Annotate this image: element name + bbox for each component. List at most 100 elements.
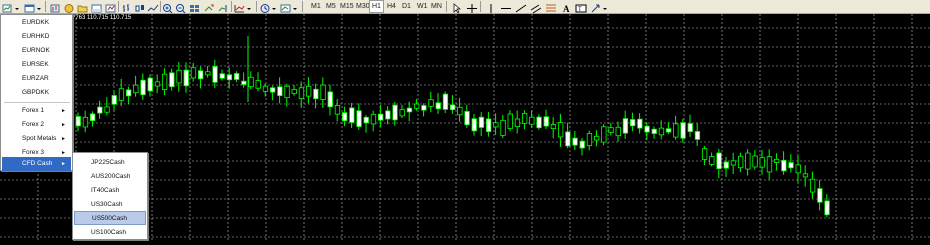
menu-item-eursek[interactable]: EURSEK — [2, 58, 71, 72]
candle-body — [320, 84, 326, 100]
equidistant-channel-icon[interactable] — [530, 1, 542, 14]
text-label-icon[interactable]: T — [575, 1, 587, 13]
candle-body — [421, 105, 427, 111]
candle-body — [493, 122, 499, 128]
menu-item-label: IT40Cash — [91, 187, 120, 194]
candle-body — [413, 103, 420, 109]
menu-item-forex-1[interactable]: Forex 1 ► — [2, 104, 71, 118]
candle-body — [543, 116, 549, 127]
timeframe-m5[interactable]: M5 — [324, 1, 338, 12]
candle-body — [169, 72, 175, 88]
timeframe-h1[interactable]: H1 — [369, 0, 384, 13]
terminal-icon[interactable] — [91, 1, 103, 13]
menu-item-eurdkk[interactable]: EURDKK — [2, 16, 71, 30]
candle-body — [75, 116, 81, 127]
candle-body — [630, 119, 636, 127]
menu-item-it40cash[interactable]: IT40Cash — [74, 184, 146, 198]
candle-body — [341, 112, 348, 122]
candle-body — [284, 85, 290, 98]
candle-body — [774, 158, 780, 163]
menu-item-label: EURNOK — [22, 47, 50, 54]
strategy-tester-icon[interactable] — [105, 1, 117, 13]
candle-body — [269, 87, 276, 93]
menu-item-eurzar[interactable]: EURZAR — [2, 72, 71, 86]
candle-body — [781, 159, 787, 172]
candle-body — [666, 128, 672, 133]
menu-item-us500cash[interactable]: US500Cash — [74, 211, 146, 225]
candle-body — [716, 152, 722, 170]
candle-body — [759, 157, 765, 168]
fibonacci-icon[interactable] — [545, 1, 557, 12]
periodicity-icon[interactable] — [259, 1, 271, 13]
chevron-down-icon[interactable] — [602, 1, 608, 12]
templates-icon[interactable] — [280, 1, 292, 13]
candle-body — [154, 81, 161, 87]
candle-body — [140, 79, 146, 96]
market-watch-icon[interactable] — [49, 1, 61, 13]
navigator-icon[interactable] — [63, 1, 75, 13]
toolbar: M1 M5 M15 M30 H1 H4 D1 W1 MN A T — [0, 0, 930, 14]
candle-body — [219, 73, 225, 79]
new-chart-icon[interactable] — [2, 1, 14, 13]
profiles-icon[interactable] — [24, 1, 36, 13]
submenu-arrow-icon: ► — [61, 108, 66, 114]
timeframe-m1[interactable]: M1 — [309, 1, 323, 12]
menu-item-us100cash[interactable]: US100Cash — [74, 226, 146, 240]
line-chart-icon[interactable] — [147, 1, 159, 12]
chevron-down-icon[interactable] — [271, 1, 277, 12]
crosshair-icon[interactable] — [466, 1, 478, 13]
chevron-down-icon[interactable] — [14, 1, 20, 12]
menu-item-us30cash[interactable]: US30Cash — [74, 198, 146, 212]
horizontal-line-icon[interactable] — [500, 1, 512, 12]
candle-body — [248, 76, 254, 88]
zoom-in-icon[interactable] — [162, 1, 174, 14]
candle-body — [82, 116, 89, 128]
candle-body — [435, 102, 441, 110]
candle-body — [133, 84, 139, 94]
menu-separator — [4, 102, 70, 103]
folder-icon[interactable] — [77, 1, 89, 13]
candle-body — [147, 77, 153, 92]
auto-scroll-icon[interactable] — [203, 1, 215, 12]
menu-item-forex-2[interactable]: Forex 2 ► — [2, 118, 71, 132]
menu-item-eurhkd[interactable]: EURHKD — [2, 30, 71, 44]
candle-body — [723, 161, 729, 169]
zoom-out-icon[interactable] — [175, 1, 187, 14]
timeframe-h4[interactable]: H4 — [385, 1, 398, 12]
arrows-icon[interactable] — [590, 1, 602, 13]
candle-body — [622, 118, 629, 134]
trendline-icon[interactable] — [515, 1, 527, 13]
candle-body — [262, 85, 269, 92]
text-icon[interactable]: A — [561, 1, 573, 14]
cursor-icon[interactable] — [451, 1, 463, 14]
timeframe-mn[interactable]: MN — [429, 1, 444, 12]
candle-body — [291, 89, 297, 94]
candle-body — [565, 131, 571, 147]
menu-item-jp225cash[interactable]: JP225Cash — [74, 156, 146, 170]
bar-chart-icon[interactable] — [121, 1, 133, 12]
menu-item-cfd-cash[interactable]: CFD Cash ► — [2, 157, 71, 171]
menu-item-label: US30Cash — [91, 201, 123, 208]
menu-item-label: AUS200Cash — [91, 173, 131, 180]
candle-body — [90, 113, 96, 121]
timeframe-w1[interactable]: W1 — [415, 1, 430, 12]
chevron-down-icon[interactable] — [292, 1, 298, 12]
candle-body — [233, 73, 240, 80]
chevron-down-icon[interactable] — [246, 1, 252, 12]
vertical-line-icon[interactable] — [485, 1, 497, 13]
menu-item-label: Forex 3 — [22, 149, 45, 156]
candle-body — [118, 88, 125, 101]
candlestick-chart-icon[interactable] — [134, 1, 146, 12]
menu-item-gbpdkk[interactable]: GBPDKK — [2, 86, 71, 100]
menu-item-aus200cash[interactable]: AUS200Cash — [74, 170, 146, 184]
menu-item-eurnok[interactable]: EURNOK — [2, 44, 71, 58]
candle-body — [637, 118, 643, 129]
timeframe-m15[interactable]: M15 — [338, 1, 356, 12]
chart-shift-icon[interactable] — [217, 1, 229, 12]
tile-windows-icon[interactable] — [189, 1, 201, 12]
menu-item-spot-metals[interactable]: Spot Metals ► — [2, 132, 71, 146]
indicators-icon[interactable] — [234, 1, 246, 13]
candle-body — [694, 131, 701, 140]
timeframe-d1[interactable]: D1 — [400, 1, 413, 12]
chevron-down-icon[interactable] — [36, 1, 42, 12]
